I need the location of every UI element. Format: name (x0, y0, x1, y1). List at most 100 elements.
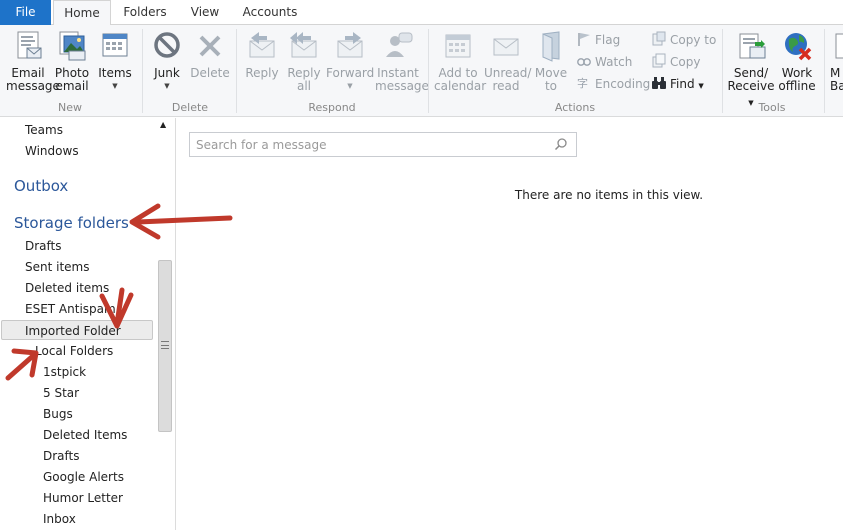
group-label-new: New (58, 101, 82, 114)
watch-button[interactable]: Watch (576, 53, 632, 71)
empty-view-text: There are no items in this view. (514, 188, 704, 202)
forward-button[interactable]: Forward ▼ (326, 29, 374, 90)
unread-read-button[interactable]: Unread/ read (484, 29, 532, 93)
folder-item[interactable]: Drafts (43, 446, 80, 466)
copy-to-icon (652, 31, 666, 46)
tab-accounts[interactable]: Accounts (234, 0, 306, 25)
reply-label: Reply (245, 66, 279, 80)
items-dropdown-icon: ▼ (112, 82, 118, 90)
encoding-label: Encoding (595, 77, 651, 91)
move-to-label-2: to (544, 79, 558, 93)
forward-label: Forward (326, 66, 375, 80)
folder-item-selected[interactable]: Imported Folder (1, 320, 153, 340)
watch-label: Watch (595, 55, 633, 69)
junk-dropdown-icon: ▼ (164, 82, 170, 90)
junk-icon (154, 32, 180, 58)
instant-message-label-1: Instant (377, 66, 419, 80)
move-to-label-1: Move (534, 66, 568, 80)
search-input[interactable] (190, 133, 540, 156)
junk-label: Junk (154, 66, 180, 80)
scrollbar-grip-icon (161, 341, 169, 349)
encoding-icon: 字 (577, 76, 588, 90)
work-offline-button[interactable]: Work offline (778, 29, 816, 93)
ribbon-separator (236, 29, 237, 113)
folder-item[interactable]: Teams (25, 120, 63, 140)
add-to-calendar-label-2: calendar (434, 79, 487, 93)
tab-folders[interactable]: Folders (114, 0, 176, 25)
photo-email-button[interactable]: Photo email (52, 29, 92, 93)
copy-to-button[interactable]: Copy to (651, 31, 716, 49)
ribbon-separator (142, 29, 143, 113)
instant-message-icon (386, 32, 413, 57)
group-label-tools: Tools (758, 101, 786, 114)
copy-button[interactable]: Copy (651, 53, 700, 71)
ribbon-tab-bar: File Home Folders View Accounts (0, 0, 843, 26)
message-list: There are no items in this view. (177, 118, 843, 530)
reply-all-label-1: Reply (287, 66, 321, 80)
encoding-button[interactable]: 字 Encoding (576, 75, 650, 93)
folder-item[interactable]: ESET Antispam (25, 299, 116, 319)
folder-item[interactable]: Deleted items (25, 278, 109, 298)
email-message-button[interactable]: Email message (6, 29, 60, 93)
find-button[interactable]: Find ▼ (651, 75, 704, 93)
move-to-button[interactable]: Move to (532, 29, 570, 93)
items-icon (102, 33, 128, 57)
folder-item[interactable]: Windows (25, 141, 79, 161)
flag-button[interactable]: Flag (576, 31, 620, 49)
folder-item[interactable]: Drafts (25, 236, 62, 256)
copy-icon (652, 53, 666, 68)
folder-local-folders[interactable]: Local Folders (35, 341, 113, 361)
folder-item[interactable]: Inbox (43, 509, 76, 529)
instant-message-button[interactable]: Instant message (375, 29, 429, 93)
tab-view[interactable]: View (180, 0, 230, 25)
items-label: Items (98, 66, 132, 80)
folder-item[interactable]: 1stpick (43, 362, 86, 382)
calendar-icon (445, 34, 471, 58)
add-to-calendar-label-1: Add to (438, 66, 478, 80)
delete-button[interactable]: Delete (190, 29, 230, 80)
unread-read-icon (493, 38, 519, 56)
reply-all-button[interactable]: Reply all (284, 29, 324, 93)
move-to-icon (542, 31, 560, 62)
junk-button[interactable]: Junk ▼ (148, 29, 186, 90)
group-label-delete: Delete (171, 101, 209, 114)
folder-item[interactable]: Sent items (25, 257, 90, 277)
folder-item[interactable]: Bugs (43, 404, 73, 424)
unread-read-label-2: read (492, 79, 520, 93)
search-icon[interactable] (554, 137, 568, 151)
add-to-calendar-button[interactable]: Add to calendar (434, 29, 486, 93)
cut-off-label-1: M (830, 66, 841, 80)
tab-file[interactable]: File (0, 0, 51, 25)
send-receive-label-1: Send/ (733, 66, 769, 80)
cut-off-ribbon-button[interactable]: M Ba (830, 29, 843, 93)
work-offline-icon (785, 33, 812, 61)
reply-all-label-2: all (296, 79, 312, 93)
reply-button[interactable]: Reply (242, 29, 282, 80)
svg-text:字: 字 (577, 76, 588, 90)
send-receive-button[interactable]: Send/ Receive ▼ (726, 29, 776, 110)
items-button[interactable]: Items ▼ (95, 29, 135, 90)
folder-item[interactable]: 5 Star (43, 383, 79, 403)
find-label: Find (670, 77, 695, 91)
tab-home[interactable]: Home (53, 0, 111, 26)
group-label-respond: Respond (308, 101, 356, 114)
flag-label: Flag (595, 33, 621, 47)
ribbon-separator (428, 29, 429, 113)
folder-item[interactable]: Google Alerts (43, 467, 124, 487)
folder-storage-folders[interactable]: Storage folders (14, 214, 129, 232)
scroll-up-icon[interactable]: ▲ (160, 120, 166, 129)
search-box[interactable] (189, 132, 577, 157)
group-label-actions: Actions (554, 101, 596, 114)
delete-icon (199, 35, 221, 57)
folder-pane-scrollbar[interactable] (158, 260, 172, 432)
send-receive-icon (739, 33, 766, 59)
work-offline-label-1: Work (781, 66, 813, 80)
folder-outbox[interactable]: Outbox (14, 177, 68, 195)
folder-item[interactable]: Humor Letter (43, 488, 123, 508)
folder-item[interactable]: Deleted Items (43, 425, 127, 445)
copy-to-label: Copy to (670, 33, 717, 47)
ribbon-separator (824, 29, 825, 113)
ribbon-icon (835, 33, 843, 59)
reply-all-icon (290, 32, 317, 58)
unread-read-label-1: Unread/ (484, 66, 532, 80)
